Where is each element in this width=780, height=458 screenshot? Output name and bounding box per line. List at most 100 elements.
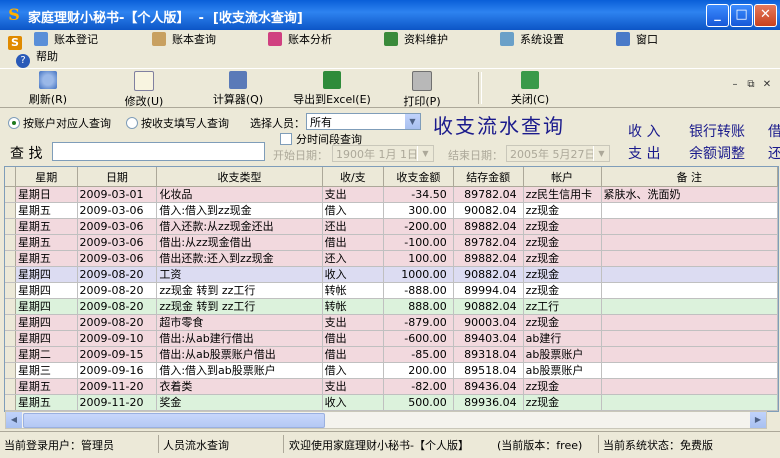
menu-help[interactable]: ? 帮助: [16, 49, 58, 68]
col-type[interactable]: 收支类型: [156, 167, 323, 187]
horizontal-scrollbar[interactable]: ◀ ▶: [5, 411, 767, 429]
row-indicator: [5, 186, 16, 203]
radio-by-entry-writer[interactable]: 按收支填写人查询: [126, 115, 229, 131]
table-row[interactable]: 星期五 2009-11-20 衣着类 支出 -82.00 89436.04 zz现金: [5, 378, 778, 395]
table-cell: 星期四: [15, 266, 78, 283]
close-button[interactable]: ✕: [754, 4, 777, 27]
end-date-label: 结束日期：: [448, 149, 503, 162]
nav-repay[interactable]: 还: [768, 143, 780, 163]
nav-expense[interactable]: 支 出: [628, 143, 660, 163]
table-row[interactable]: 星期四 2009-08-20 zz现金 转到 zz工行 转帐 -888.00 89994.…: [5, 282, 778, 299]
table-cell: 2009-08-20: [77, 298, 158, 315]
table-cell: 90882.04: [453, 298, 524, 315]
title-bar: S 家庭理财小秘书-【个人版】 - [收支流水查询] _ □ ✕: [0, 0, 780, 30]
table-row[interactable]: 星期三 2009-09-16 借入:借入到ab股票账户 借入 200.00 89518.0…: [5, 362, 778, 379]
table-cell: 2009-11-20: [77, 394, 158, 411]
col-date[interactable]: 日期: [77, 167, 158, 187]
table-row[interactable]: 星期五 2009-03-06 借入还款:从zz现金还出 还出 -200.00 89882.…: [5, 218, 778, 235]
table-cell: 500.00: [383, 394, 454, 411]
scroll-thumb[interactable]: [23, 413, 325, 428]
print-button[interactable]: 打印(P): [392, 71, 452, 109]
analysis-icon: [268, 32, 282, 46]
calculator-button[interactable]: 计算器(Q): [208, 71, 268, 107]
scroll-right-icon[interactable]: ▶: [750, 412, 766, 428]
nav-borrow[interactable]: 借: [768, 121, 780, 141]
table-row[interactable]: 星期日 2009-03-01 化妆品 支出 -34.50 89782.04 zz民生信用卡紧…: [5, 186, 778, 203]
maximize-button[interactable]: □: [730, 4, 753, 27]
table-cell: -600.00: [383, 330, 454, 347]
row-indicator: [5, 266, 16, 283]
menu-data-maintenance[interactable]: 资料维护: [384, 32, 448, 48]
table-row[interactable]: 星期四 2009-08-20 工资 收入 1000.00 90882.04 zz现金: [5, 266, 778, 283]
table-cell: 借入还款:从zz现金还出: [156, 218, 323, 235]
table-row[interactable]: 星期五 2009-03-06 借入:借入到zz现金 借入 300.00 90082.04 z…: [5, 202, 778, 219]
start-date-label: 开始日期：: [273, 149, 328, 162]
col-in-out[interactable]: 收/支: [322, 167, 385, 187]
table-cell: 2009-11-20: [77, 378, 158, 395]
export-excel-button[interactable]: 导出到Excel(E): [292, 71, 372, 107]
col-balance[interactable]: 结存金额: [453, 167, 524, 187]
table-cell: zz现金: [523, 202, 602, 219]
table-cell: 星期日: [15, 186, 78, 203]
table-cell: zz现金: [523, 266, 602, 283]
radio-by-account-owner[interactable]: 按账户对应人查询: [8, 115, 111, 131]
menu-ledger-analysis[interactable]: 账本分析: [268, 32, 332, 48]
nav-balance-adjust[interactable]: 余额调整: [689, 143, 745, 163]
table-row[interactable]: 星期五 2009-03-06 借出:从zz现金借出 借出 -100.00 89782.04…: [5, 234, 778, 251]
table-cell: [601, 362, 778, 379]
table-cell: 收入: [322, 394, 385, 411]
col-account[interactable]: 帐户: [523, 167, 602, 187]
page-title: 收支流水查询: [433, 114, 565, 138]
table-row[interactable]: 星期五 2009-03-06 借出还款:还入到zz现金 还入 100.00 89882.0…: [5, 250, 778, 267]
menu-ledger-entry[interactable]: 账本登记: [34, 32, 98, 48]
edit-button[interactable]: 修改(U): [114, 71, 174, 109]
status-separator: [283, 435, 284, 453]
table-cell: 借入:借入到ab股票账户: [156, 362, 323, 379]
pencil-icon: [34, 32, 48, 46]
col-amount[interactable]: 收支金额: [383, 167, 454, 187]
col-remark[interactable]: 备 注: [601, 167, 778, 187]
table-cell: zz现金: [523, 218, 602, 235]
transactions-grid[interactable]: 星期 日期 收支类型 收/支 收支金额 结存金额 帐户 备 注 星期日 2009-…: [4, 166, 779, 412]
status-separator: [158, 435, 159, 453]
table-cell: [601, 298, 778, 315]
table-cell: -100.00: [383, 234, 454, 251]
table-cell: 借出:从ab股票账户借出: [156, 346, 323, 363]
excel-icon: [323, 71, 341, 89]
app-menu-icon[interactable]: S: [8, 32, 28, 50]
table-row[interactable]: 星期四 2009-08-20 超市零食 支出 -879.00 90003.04 zz现金: [5, 314, 778, 331]
menu-window[interactable]: 窗口: [616, 32, 658, 48]
menu-bar: S 账本登记 账本查询 账本分析 资料维护 系统设置 窗口 ? 帮助 – ⧉ ✕: [0, 30, 780, 90]
table-row[interactable]: 星期四 2009-09-10 借出:从ab建行借出 借出 -600.00 89403.04…: [5, 330, 778, 347]
table-header: 星期 日期 收支类型 收/支 收支金额 结存金额 帐户 备 注: [5, 167, 778, 187]
start-date-picker[interactable]: 1900年 1月 1日 ▼: [332, 145, 434, 162]
nav-income[interactable]: 收 入: [628, 121, 660, 141]
nav-bank-transfer[interactable]: 银行转账: [689, 121, 745, 141]
row-indicator: [5, 314, 16, 331]
table-cell: 89318.04: [453, 346, 524, 363]
row-indicator: [5, 362, 16, 379]
table-row[interactable]: 星期五 2009-11-20 奖金 收入 500.00 89936.04 zz现金: [5, 394, 778, 411]
table-cell: 89403.04: [453, 330, 524, 347]
table-cell: 借入: [322, 362, 385, 379]
table-cell: 星期四: [15, 314, 78, 331]
table-cell: ab股票账户: [523, 346, 602, 363]
radio-dot: [8, 117, 20, 129]
end-date-picker[interactable]: 2005年 5月27日 ▼: [506, 145, 610, 162]
table-row[interactable]: 星期四 2009-08-20 zz现金 转到 zz工行 转帐 888.00 90882.0…: [5, 298, 778, 315]
table-row[interactable]: 星期二 2009-09-15 借出:从ab股票账户借出 借出 -85.00 89318.0…: [5, 346, 778, 363]
table-cell: 300.00: [383, 202, 454, 219]
checkbox-box: [280, 133, 292, 145]
search-input[interactable]: [52, 142, 265, 161]
table-cell: 支出: [322, 314, 385, 331]
table-cell: 89436.04: [453, 378, 524, 395]
person-select[interactable]: 所有 ▼: [306, 113, 421, 130]
scroll-left-icon[interactable]: ◀: [6, 412, 22, 428]
table-cell: -82.00: [383, 378, 454, 395]
close-window-button[interactable]: 关闭(C): [500, 71, 560, 107]
refresh-button[interactable]: 刷新(R): [18, 71, 78, 107]
menu-ledger-query[interactable]: 账本查询: [152, 32, 216, 48]
menu-system-settings[interactable]: 系统设置: [500, 32, 564, 48]
col-weekday[interactable]: 星期: [15, 167, 78, 187]
minimize-button[interactable]: _: [706, 4, 729, 27]
